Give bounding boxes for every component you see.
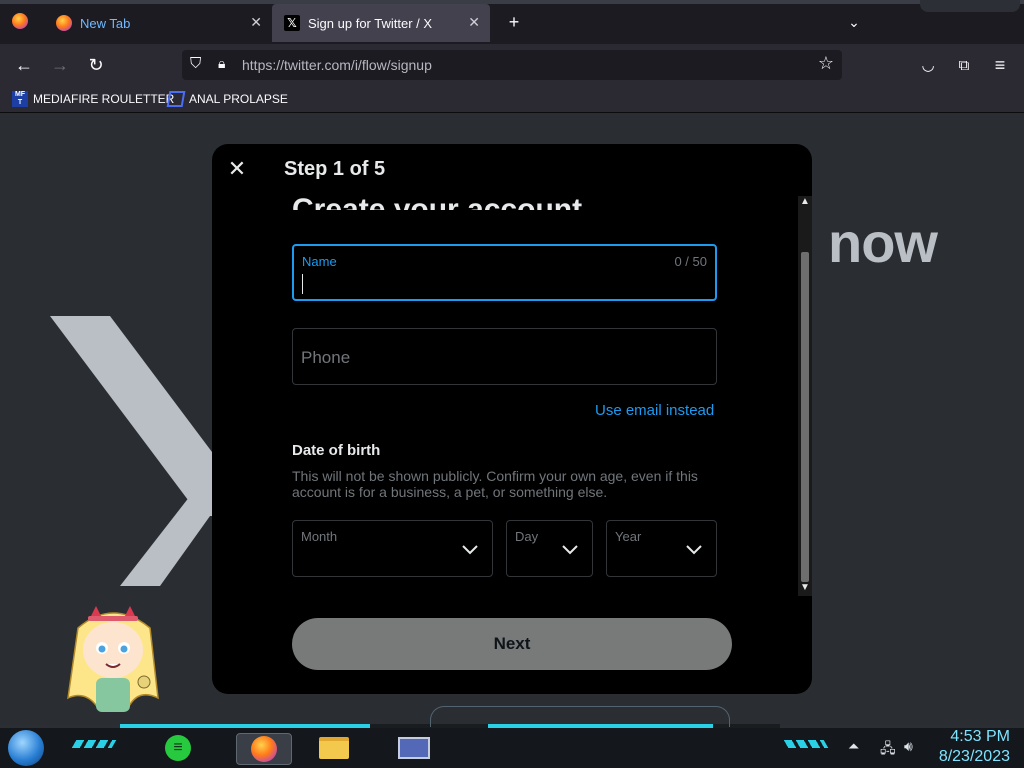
- volume-icon[interactable]: 🔊︎: [904, 738, 913, 755]
- window-frame-decoration: [920, 0, 1020, 12]
- cartoon-character-sticker: [67, 606, 159, 712]
- chevron-down-icon: [686, 545, 702, 555]
- background-headline: now: [828, 211, 938, 274]
- bookmark-mediafire[interactable]: MF T MEDIAFIRE ROULETTER: [12, 88, 174, 110]
- dob-description: This will not be shown publicly. Confirm…: [292, 468, 698, 500]
- clock-date[interactable]: 8/23/2023: [920, 748, 1010, 766]
- modal-heading: Create your account: [292, 193, 583, 210]
- close-tab-icon[interactable]: ✕: [468, 14, 480, 31]
- lock-icon[interactable]: 🔒︎: [218, 55, 225, 72]
- shield-icon[interactable]: ⛉: [190, 55, 201, 72]
- file-explorer-icon[interactable]: [318, 733, 350, 763]
- taskbar-accent: [120, 724, 370, 728]
- x-logo-icon: 𝕏: [284, 15, 300, 31]
- scrollbar-thumb[interactable]: [801, 252, 809, 582]
- extensions-icon[interactable]: ⧉: [950, 51, 978, 79]
- back-icon[interactable]: ←: [10, 51, 38, 79]
- signup-modal: ✕ Step 1 of 5 Create your account Name 0…: [212, 144, 812, 694]
- day-select[interactable]: Day: [506, 520, 593, 577]
- notes-app-icon[interactable]: ≡: [162, 733, 194, 763]
- bookmark-label: MEDIAFIRE ROULETTER: [33, 92, 175, 106]
- name-label: Name: [302, 254, 337, 269]
- bookmark-label: ANAL PROLAPSE: [189, 92, 288, 106]
- sign-in-button-edge: [430, 706, 730, 727]
- month-label: Month: [301, 529, 338, 544]
- tab-title: Sign up for Twitter / X: [308, 15, 433, 31]
- firefox-taskbar-icon[interactable]: [236, 733, 292, 765]
- close-icon[interactable]: ✕: [226, 158, 248, 180]
- chevron-down-icon: [462, 545, 478, 555]
- day-label: Day: [515, 529, 539, 544]
- phone-field[interactable]: Phone: [292, 328, 717, 385]
- tab-signup[interactable]: 𝕏 Sign up for Twitter / X ✕: [272, 4, 490, 42]
- start-button[interactable]: [8, 730, 44, 766]
- bookmark-anal-prolapse[interactable]: ANAL PROLAPSE: [166, 88, 288, 110]
- tab-new-tab[interactable]: New Tab ✕: [44, 4, 272, 42]
- new-tab-icon[interactable]: +: [500, 8, 528, 36]
- phone-placeholder: Phone: [301, 348, 351, 367]
- dob-title: Date of birth: [292, 442, 381, 459]
- reload-icon[interactable]: ↻: [82, 51, 110, 79]
- name-field[interactable]: Name 0 / 50: [292, 244, 717, 301]
- year-label: Year: [615, 529, 642, 544]
- app-window-icon[interactable]: [394, 733, 434, 763]
- firefox-icon: [56, 15, 72, 31]
- url-text[interactable]: https://twitter.com/i/flow/signup: [242, 57, 432, 73]
- taskbar: [0, 728, 1024, 768]
- scroll-down-icon[interactable]: ▼: [800, 582, 810, 593]
- month-select[interactable]: Month: [292, 520, 493, 577]
- url-bar[interactable]: ⛉ 🔒︎ https://twitter.com/i/flow/signup ☆: [182, 50, 842, 80]
- firefox-menu-icon[interactable]: [12, 13, 28, 29]
- network-icon[interactable]: 🖧︎: [880, 738, 896, 762]
- close-tab-icon[interactable]: ✕: [250, 14, 262, 31]
- next-button[interactable]: Next: [292, 618, 732, 670]
- show-hidden-icons-icon[interactable]: ⏶: [848, 738, 859, 755]
- x-logo-background-icon: [50, 316, 230, 586]
- pocket-icon[interactable]: ◡: [914, 51, 942, 79]
- name-counter: 0 / 50: [674, 254, 707, 269]
- tab-title: New Tab: [80, 15, 131, 31]
- mediafire-icon: MF T: [12, 91, 28, 107]
- forward-icon[interactable]: →: [46, 51, 74, 79]
- taskbar-decoration: [71, 740, 117, 748]
- use-email-link[interactable]: Use email instead: [595, 402, 714, 419]
- clock-time[interactable]: 4:53 PM: [930, 728, 1010, 746]
- list-tabs-icon[interactable]: ⌄: [840, 8, 868, 36]
- bookmark-icon: [166, 91, 186, 107]
- year-select[interactable]: Year: [606, 520, 717, 577]
- menu-icon[interactable]: ≡: [986, 51, 1014, 79]
- scroll-up-icon[interactable]: ▲: [800, 196, 810, 207]
- taskbar-decoration: [783, 740, 829, 748]
- bookmark-star-icon[interactable]: ☆: [818, 53, 834, 74]
- chevron-down-icon: [562, 545, 578, 555]
- text-caret: [302, 274, 303, 294]
